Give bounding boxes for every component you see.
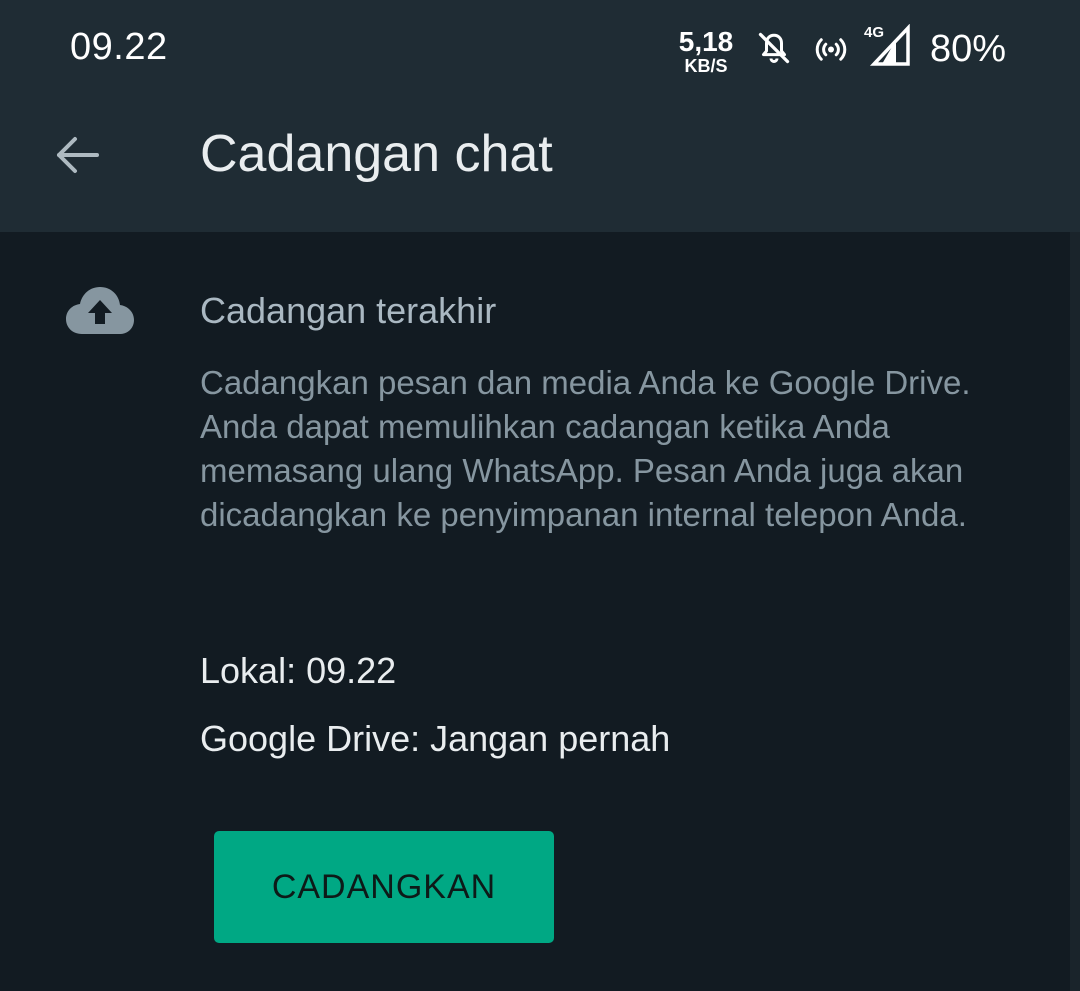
network-speed-value: 5,18 <box>678 26 734 57</box>
backup-description: Cadangkan pesan dan media Anda ke Google… <box>200 364 971 533</box>
bell-off-icon <box>758 32 790 64</box>
back-button[interactable] <box>44 122 110 188</box>
google-drive-backup-time: Google Drive: Jangan pernah <box>200 718 671 759</box>
network-speed: 5,18 KB/S <box>676 26 736 76</box>
page-title: Cadangan chat <box>200 125 553 183</box>
backup-button[interactable]: CADANGKAN <box>214 831 554 943</box>
local-backup-time: Lokal: 09.22 <box>200 650 397 691</box>
signal-icon <box>869 24 910 66</box>
battery-level: 80% <box>930 28 1007 70</box>
network-speed-unit: KB/S <box>684 56 728 76</box>
app-header: 09.22 5,18 KB/S 4G 80% Cadangan chat <box>0 0 1080 232</box>
arrow-left-icon <box>57 137 99 173</box>
cloud-upload-icon <box>66 287 134 334</box>
scrollbar-track <box>1070 232 1080 991</box>
status-time: 09.22 <box>70 26 168 68</box>
section-title: Cadangan terakhir <box>200 290 497 331</box>
hotspot-icon <box>815 38 847 61</box>
